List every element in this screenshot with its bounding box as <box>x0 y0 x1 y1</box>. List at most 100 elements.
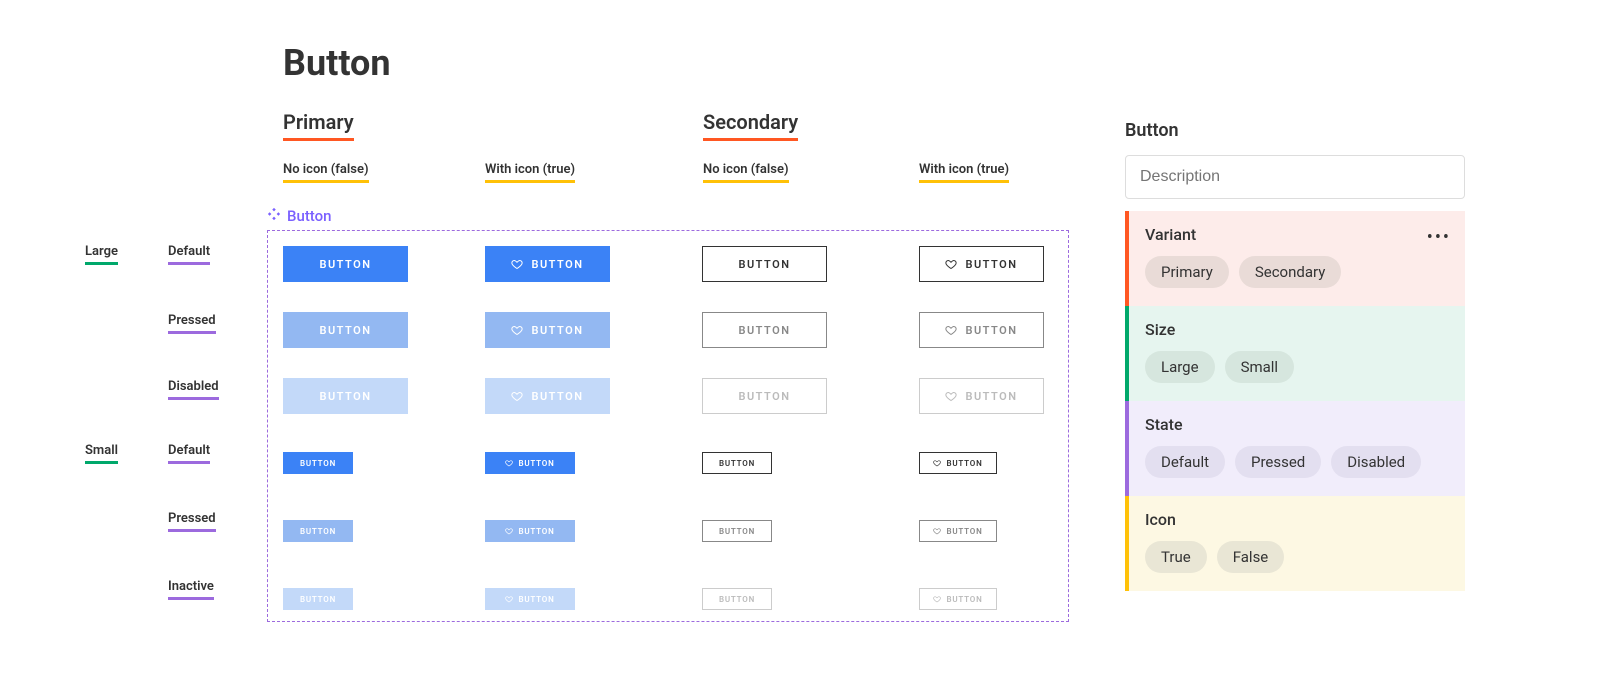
component-icon <box>267 207 281 225</box>
button-primary-small-default[interactable]: BUTTON <box>283 452 353 474</box>
button-label: BUTTON <box>518 527 554 536</box>
button-label: BUTTON <box>300 527 336 536</box>
button-secondary-large-default[interactable]: BUTTON <box>702 246 827 282</box>
button-label: BUTTON <box>518 459 554 468</box>
button-secondary-large-pressed-icon[interactable]: BUTTON <box>919 312 1044 348</box>
heart-icon <box>945 324 957 336</box>
chip-size-large[interactable]: Large <box>1145 351 1215 383</box>
size-large-label: Large <box>85 244 118 265</box>
button-primary-large-pressed-icon[interactable]: BUTTON <box>485 312 610 348</box>
button-secondary-large-disabled: BUTTON <box>702 378 827 414</box>
section-secondary: Secondary <box>703 110 798 141</box>
button-label: BUTTON <box>531 324 583 337</box>
size-small-label: Small <box>85 443 118 464</box>
section-primary: Primary <box>283 110 354 141</box>
heart-icon <box>511 390 523 402</box>
heart-icon <box>505 595 513 603</box>
chip-state-default[interactable]: Default <box>1145 446 1225 478</box>
button-label: BUTTON <box>319 390 371 403</box>
button-label: BUTTON <box>531 390 583 403</box>
chip-size-small[interactable]: Small <box>1225 351 1295 383</box>
button-primary-small-inactive: BUTTON <box>283 588 353 610</box>
button-label: BUTTON <box>719 595 755 604</box>
button-label: BUTTON <box>965 324 1017 337</box>
button-secondary-small-pressed-icon[interactable]: BUTTON <box>919 520 997 542</box>
button-label: BUTTON <box>946 459 982 468</box>
button-primary-large-disabled-icon: BUTTON <box>485 378 610 414</box>
prop-state-name: State <box>1145 415 1449 434</box>
button-secondary-small-inactive-icon: BUTTON <box>919 588 997 610</box>
chip-variant-secondary[interactable]: Secondary <box>1239 256 1341 288</box>
description-input[interactable] <box>1125 155 1465 199</box>
button-label: BUTTON <box>300 459 336 468</box>
col-secondary-withicon: With icon (true) <box>919 162 1009 183</box>
heart-icon <box>511 324 523 336</box>
button-secondary-large-pressed[interactable]: BUTTON <box>702 312 827 348</box>
prop-size[interactable]: Size Large Small <box>1125 306 1465 401</box>
chip-icon-false[interactable]: False <box>1217 541 1285 573</box>
button-primary-small-inactive-icon: BUTTON <box>485 588 575 610</box>
component-label-text: Button <box>287 207 332 225</box>
button-label: BUTTON <box>719 527 755 536</box>
state-pressed-1: Pressed <box>168 313 216 334</box>
state-disabled-1: Disabled <box>168 379 219 400</box>
heart-icon <box>933 527 941 535</box>
button-secondary-large-disabled-icon: BUTTON <box>919 378 1044 414</box>
button-primary-small-default-icon[interactable]: BUTTON <box>485 452 575 474</box>
button-label: BUTTON <box>946 595 982 604</box>
panel-title: Button <box>1125 120 1465 141</box>
chip-variant-primary[interactable]: Primary <box>1145 256 1229 288</box>
state-inactive-2: Inactive <box>168 579 214 600</box>
button-label: BUTTON <box>531 258 583 271</box>
button-secondary-small-default-icon[interactable]: BUTTON <box>919 452 997 474</box>
col-secondary-noicon: No icon (false) <box>703 162 789 183</box>
button-primary-large-default-icon[interactable]: BUTTON <box>485 246 610 282</box>
chip-state-disabled[interactable]: Disabled <box>1331 446 1421 478</box>
prop-variant[interactable]: ••• Variant Primary Secondary <box>1125 211 1465 306</box>
col-primary-withicon: With icon (true) <box>485 162 575 183</box>
state-pressed-2: Pressed <box>168 511 216 532</box>
button-label: BUTTON <box>319 324 371 337</box>
heart-icon <box>945 258 957 270</box>
button-primary-large-disabled: BUTTON <box>283 378 408 414</box>
button-primary-large-pressed[interactable]: BUTTON <box>283 312 408 348</box>
chip-icon-true[interactable]: True <box>1145 541 1207 573</box>
button-secondary-small-pressed[interactable]: BUTTON <box>702 520 772 542</box>
heart-icon <box>505 459 513 467</box>
button-primary-small-pressed[interactable]: BUTTON <box>283 520 353 542</box>
button-label: BUTTON <box>738 324 790 337</box>
button-secondary-large-default-icon[interactable]: BUTTON <box>919 246 1044 282</box>
state-default-1: Default <box>168 244 210 265</box>
prop-state[interactable]: State Default Pressed Disabled <box>1125 401 1465 496</box>
button-label: BUTTON <box>518 595 554 604</box>
button-primary-small-pressed-icon[interactable]: BUTTON <box>485 520 575 542</box>
chip-state-pressed[interactable]: Pressed <box>1235 446 1321 478</box>
button-secondary-small-default[interactable]: BUTTON <box>702 452 772 474</box>
button-label: BUTTON <box>965 258 1017 271</box>
button-label: BUTTON <box>319 258 371 271</box>
button-label: BUTTON <box>946 527 982 536</box>
prop-icon-name: Icon <box>1145 510 1449 529</box>
button-label: BUTTON <box>965 390 1017 403</box>
heart-icon <box>511 258 523 270</box>
variant-frame[interactable] <box>267 230 1069 622</box>
prop-size-name: Size <box>1145 320 1449 339</box>
page-title: Button <box>283 42 391 84</box>
button-label: BUTTON <box>738 390 790 403</box>
more-icon[interactable]: ••• <box>1427 227 1451 248</box>
properties-panel: Button ••• Variant Primary Secondary Siz… <box>1125 120 1465 591</box>
button-primary-large-default[interactable]: BUTTON <box>283 246 408 282</box>
button-label: BUTTON <box>719 459 755 468</box>
heart-icon <box>945 390 957 402</box>
button-label: BUTTON <box>300 595 336 604</box>
col-primary-noicon: No icon (false) <box>283 162 369 183</box>
state-default-2: Default <box>168 443 210 464</box>
button-label: BUTTON <box>738 258 790 271</box>
heart-icon <box>933 595 941 603</box>
button-secondary-small-inactive: BUTTON <box>702 588 772 610</box>
component-label[interactable]: Button <box>267 207 332 225</box>
heart-icon <box>505 527 513 535</box>
heart-icon <box>933 459 941 467</box>
prop-icon[interactable]: Icon True False <box>1125 496 1465 591</box>
prop-variant-name: Variant <box>1145 225 1449 244</box>
